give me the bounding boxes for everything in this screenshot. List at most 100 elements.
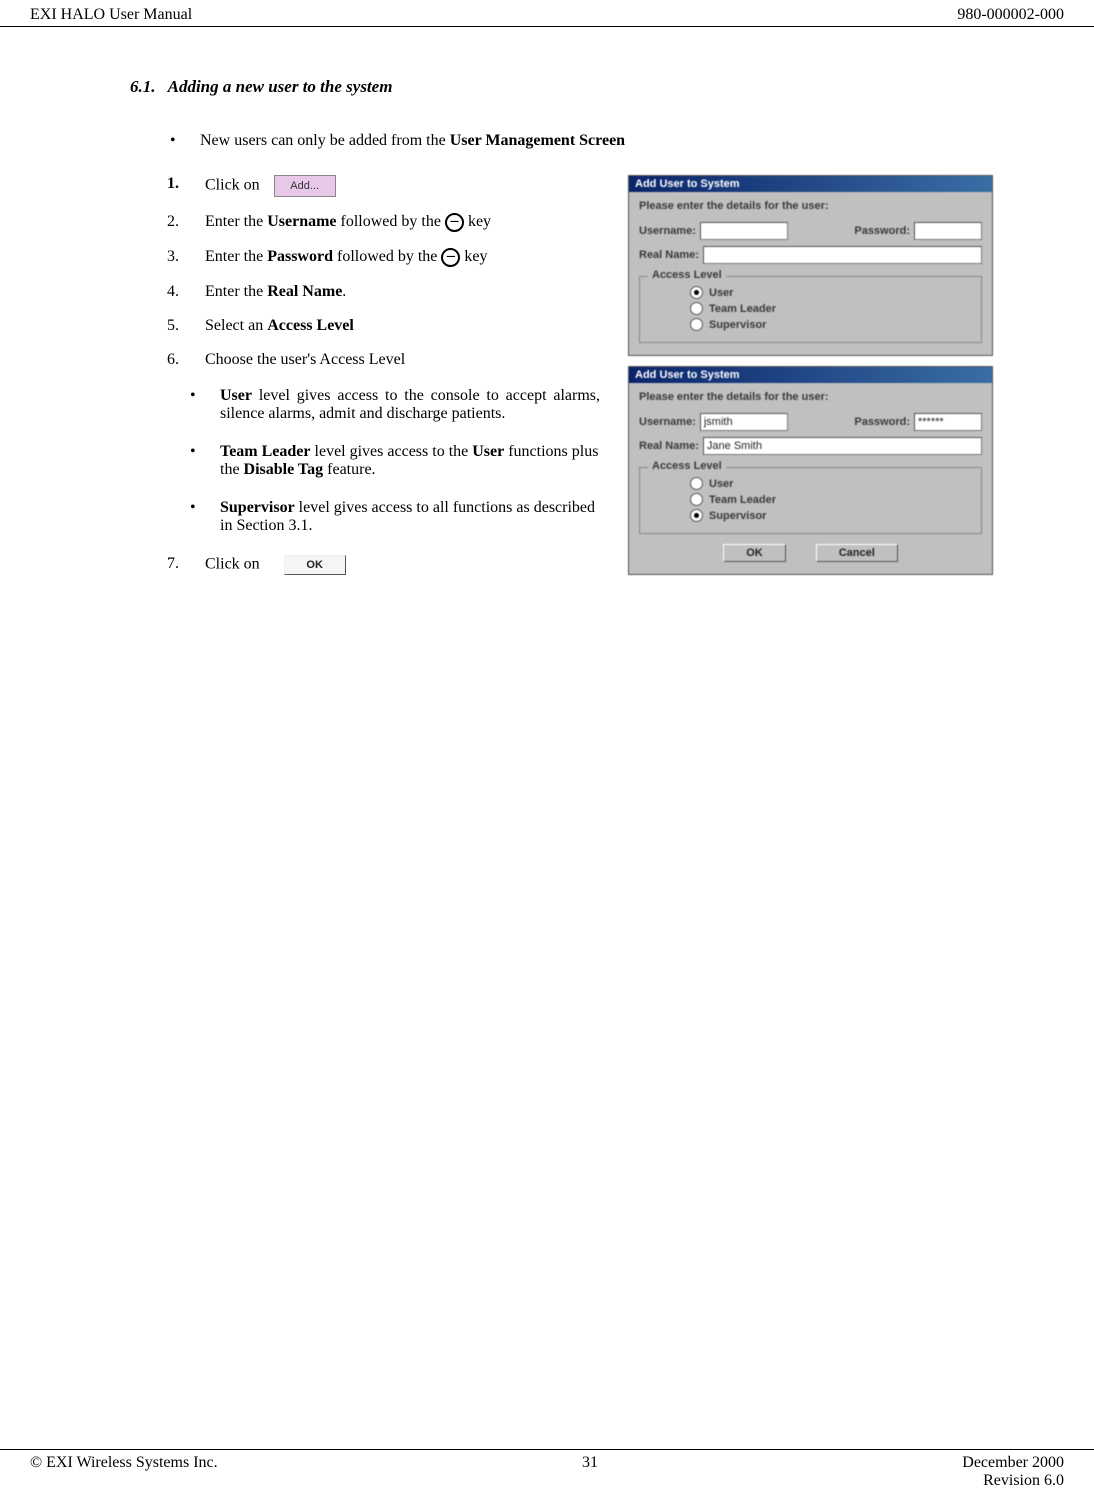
radio-user-label: User xyxy=(709,478,733,490)
header-left: EXI HALO User Manual xyxy=(30,6,192,24)
realname-label: Real Name: xyxy=(639,249,699,261)
step-3: 3. Enter the Password followed by the – … xyxy=(167,248,600,267)
dialog-titlebar: Add User to System xyxy=(629,367,992,383)
sub-t-f: Disable Tag xyxy=(244,461,324,478)
step-num-5: 5. xyxy=(167,317,205,335)
bullet-icon: • xyxy=(190,387,220,423)
step-num-4: 4. xyxy=(167,283,205,301)
footer-revision: Revision 6.0 xyxy=(983,1472,1064,1489)
intro-bullet: • New users can only be added from the U… xyxy=(170,132,1004,150)
radio-tl-label: Team Leader xyxy=(709,494,776,506)
footer-date: December 2000 xyxy=(962,1454,1064,1472)
header-right: 980-000002-000 xyxy=(957,6,1064,24)
radio-icon xyxy=(690,318,703,331)
sub-u-b: User xyxy=(220,387,252,404)
step-num-7: 7. xyxy=(167,555,205,573)
section-title-text: Adding a new user to the system xyxy=(168,77,393,96)
step-5: 5. Select an Access Level xyxy=(167,317,600,335)
sub-t-d: User xyxy=(472,443,504,460)
enter-key-icon: – xyxy=(445,213,464,232)
page-footer: © EXI Wireless Systems Inc. 31 December … xyxy=(0,1449,1094,1490)
step-1-text: Click on xyxy=(205,177,260,194)
sub-t-g: feature. xyxy=(323,461,375,478)
add-button[interactable]: Add... xyxy=(274,175,336,197)
bullet-icon: • xyxy=(190,443,220,479)
step-num-2: 2. xyxy=(167,213,205,231)
username-label: Username: xyxy=(639,225,696,237)
sub-u-rest: level gives access to the console to acc… xyxy=(220,387,600,422)
s3a: Enter the xyxy=(205,248,267,265)
radio-icon xyxy=(690,509,703,522)
s6a: Choose the user's Access Level xyxy=(205,351,405,368)
step-7-text: Click on xyxy=(205,556,260,573)
s4c: . xyxy=(342,283,346,300)
step-num-1: 1. xyxy=(167,175,205,193)
radio-team-leader[interactable]: Team Leader xyxy=(690,302,971,315)
sub-s-b: Supervisor xyxy=(220,499,295,516)
sub-t-b: Team Leader xyxy=(220,443,311,460)
step-num-3: 3. xyxy=(167,248,205,266)
step-7: 7. Click on OK xyxy=(167,555,600,575)
radio-user[interactable]: User xyxy=(690,286,971,299)
radio-icon xyxy=(690,286,703,299)
radio-supervisor[interactable]: Supervisor xyxy=(690,509,971,522)
page-header: EXI HALO User Manual 980-000002-000 xyxy=(0,0,1094,27)
username-field[interactable]: jsmith xyxy=(700,413,788,431)
dialog-ok-button[interactable]: OK xyxy=(723,544,786,562)
username-label: Username: xyxy=(639,416,696,428)
radio-sup-label: Supervisor xyxy=(709,319,766,331)
section-number: 6.1. xyxy=(130,77,156,96)
password-field[interactable] xyxy=(914,222,982,240)
dialog-instruction: Please enter the details for the user: xyxy=(639,391,982,403)
dialog-cancel-button[interactable]: Cancel xyxy=(816,544,898,562)
radio-user-label: User xyxy=(709,287,733,299)
radio-icon xyxy=(690,493,703,506)
s5a: Select an xyxy=(205,317,267,334)
realname-label: Real Name: xyxy=(639,440,699,452)
realname-field[interactable]: Jane Smith xyxy=(703,437,982,455)
s4a: Enter the xyxy=(205,283,267,300)
s4b: Real Name xyxy=(267,283,342,300)
s2b: Username xyxy=(267,213,336,230)
dialog-instruction: Please enter the details for the user: xyxy=(639,200,982,212)
intro-text-b: User Management Screen xyxy=(450,132,625,149)
footer-copyright: © EXI Wireless Systems Inc. xyxy=(30,1454,218,1472)
access-user-bullet: • User level gives access to the console… xyxy=(190,387,600,423)
sub-t-c: level gives access to the xyxy=(311,443,473,460)
password-field[interactable]: ****** xyxy=(914,413,982,431)
add-user-dialog-blank: Add User to System Please enter the deta… xyxy=(628,175,993,356)
s2c: followed by the xyxy=(337,213,445,230)
bullet-icon: • xyxy=(190,499,220,535)
realname-field[interactable] xyxy=(703,246,982,264)
dialog-titlebar: Add User to System xyxy=(629,176,992,192)
radio-icon xyxy=(690,302,703,315)
s3b: Password xyxy=(267,248,333,265)
username-field[interactable] xyxy=(700,222,788,240)
password-label: Password: xyxy=(854,225,910,237)
ok-button[interactable]: OK xyxy=(284,555,346,575)
radio-team-leader[interactable]: Team Leader xyxy=(690,493,971,506)
step-4: 4. Enter the Real Name. xyxy=(167,283,600,301)
radio-user[interactable]: User xyxy=(690,477,971,490)
radio-icon xyxy=(690,477,703,490)
radio-sup-label: Supervisor xyxy=(709,510,766,522)
step-num-6: 6. xyxy=(167,351,205,369)
s5b: Access Level xyxy=(267,317,354,334)
footer-page: 31 xyxy=(582,1454,598,1472)
s3d: key xyxy=(460,248,487,265)
section-heading: 6.1. Adding a new user to the system xyxy=(130,77,1004,97)
access-level-fieldset: Access Level User Team Leader Supervisor xyxy=(639,467,982,534)
add-user-dialog-filled: Add User to System Please enter the deta… xyxy=(628,366,993,575)
access-teamleader-bullet: • Team Leader level gives access to the … xyxy=(190,443,600,479)
s2d: key xyxy=(464,213,491,230)
s2a: Enter the xyxy=(205,213,267,230)
intro-text-a: New users can only be added from the xyxy=(200,132,450,149)
radio-supervisor[interactable]: Supervisor xyxy=(690,318,971,331)
bullet-icon: • xyxy=(170,132,200,150)
step-1: 1. Click on Add... xyxy=(167,175,600,197)
s3c: followed by the xyxy=(333,248,441,265)
step-6: 6. Choose the user's Access Level xyxy=(167,351,600,369)
step-2: 2. Enter the Username followed by the – … xyxy=(167,213,600,232)
radio-tl-label: Team Leader xyxy=(709,303,776,315)
password-label: Password: xyxy=(854,416,910,428)
